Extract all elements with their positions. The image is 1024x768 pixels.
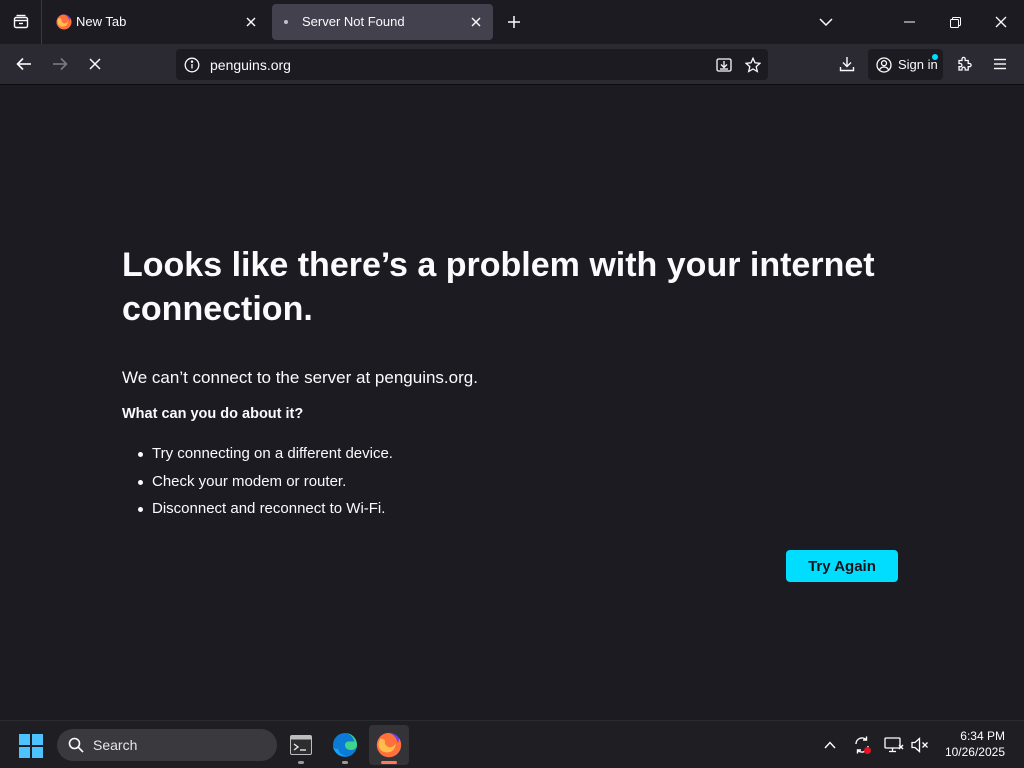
windows-logo-icon [19, 734, 43, 758]
restore-button[interactable] [932, 0, 978, 44]
search-placeholder: Search [93, 737, 138, 753]
volume-tray-button[interactable] [908, 733, 932, 757]
list-item: Disconnect and reconnect to Wi-Fi. [138, 495, 393, 523]
firefox-app-button[interactable] [369, 725, 409, 765]
show-hidden-icons-button[interactable] [818, 733, 842, 757]
firefox-icon [56, 14, 72, 30]
firefox-view-button[interactable] [0, 0, 42, 44]
url-bar[interactable]: penguins.org [176, 49, 768, 80]
stop-icon [89, 58, 101, 70]
minimize-button[interactable] [886, 0, 932, 44]
star-icon [745, 57, 761, 73]
error-subheading: What can you do about it? [122, 406, 304, 422]
info-icon[interactable] [184, 57, 200, 73]
account-icon [876, 56, 892, 73]
edge-icon [333, 733, 357, 757]
chevron-down-icon [819, 18, 833, 26]
forward-arrow-icon [53, 57, 68, 71]
close-icon [246, 17, 256, 27]
sign-in-button[interactable]: Sign in [868, 49, 943, 80]
sign-in-label: Sign in [898, 57, 938, 72]
loading-dot-icon [284, 20, 288, 24]
url-text[interactable]: penguins.org [210, 57, 291, 73]
restore-icon [949, 16, 961, 28]
notification-badge [932, 54, 938, 60]
chevron-up-icon [824, 741, 836, 749]
start-button[interactable] [18, 733, 44, 764]
network-tray-button[interactable] [882, 733, 906, 757]
save-page-button[interactable] [712, 53, 736, 77]
tab-title: New Tab [76, 14, 127, 29]
save-page-icon [716, 58, 732, 72]
downloads-button[interactable] [832, 49, 862, 79]
application-menu-button[interactable] [985, 49, 1015, 79]
search-icon [68, 737, 84, 753]
tab-list-icon [13, 14, 29, 30]
running-indicator [298, 761, 304, 764]
minimize-icon [903, 21, 915, 23]
clock-time: 6:34 PM [960, 729, 1005, 743]
terminal-app-button[interactable] [281, 725, 321, 765]
hamburger-menu-icon [994, 58, 1006, 70]
volume-muted-icon [911, 737, 928, 753]
list-all-tabs-button[interactable] [814, 10, 838, 34]
extensions-button[interactable] [950, 49, 980, 79]
taskbar-search[interactable]: Search [57, 729, 277, 761]
terminal-icon [290, 735, 312, 755]
bookmark-button[interactable] [741, 53, 765, 77]
try-again-button[interactable]: Try Again [786, 550, 898, 582]
close-icon [471, 17, 481, 27]
tab-title: Server Not Found [302, 14, 405, 29]
network-icon [884, 737, 904, 753]
back-arrow-icon [16, 57, 31, 71]
sync-tray-button[interactable] [850, 733, 874, 757]
list-item: Check your modem or router. [138, 468, 393, 496]
back-button[interactable] [9, 49, 39, 79]
close-tab-button[interactable] [467, 13, 485, 31]
error-page: Looks like there’s a problem with your i… [0, 85, 1024, 720]
stop-button[interactable] [80, 49, 110, 79]
sync-icon [855, 736, 871, 754]
plus-icon [508, 16, 520, 28]
tab-server-not-found[interactable]: Server Not Found [272, 4, 493, 40]
suggestion-list: Try connecting on a different device. Ch… [138, 440, 393, 523]
firefox-icon [376, 732, 402, 758]
list-item: Try connecting on a different device. [138, 440, 393, 468]
new-tab-button[interactable] [502, 10, 526, 34]
error-description: We can’t connect to the server at pengui… [122, 368, 478, 387]
taskbar-clock[interactable]: 6:34 PM 10/26/2025 [945, 728, 1005, 760]
close-tab-button[interactable] [242, 13, 260, 31]
running-indicator [381, 761, 397, 764]
close-icon [995, 16, 1007, 28]
navigation-toolbar: penguins.org Sign in [0, 44, 1024, 85]
windows-taskbar: Search 6:34 PM 10/26/2025 [0, 720, 1024, 768]
tab-new-tab[interactable]: New Tab [46, 4, 268, 40]
error-title: Looks like there’s a problem with your i… [122, 246, 875, 328]
tab-strip: New Tab Server Not Found [0, 0, 1024, 44]
download-icon [839, 57, 855, 72]
puzzle-icon [958, 56, 972, 71]
clock-date: 10/26/2025 [944, 745, 1005, 759]
edge-app-button[interactable] [325, 725, 365, 765]
forward-button[interactable] [45, 49, 75, 79]
running-indicator [342, 761, 348, 764]
close-window-button[interactable] [978, 0, 1024, 44]
